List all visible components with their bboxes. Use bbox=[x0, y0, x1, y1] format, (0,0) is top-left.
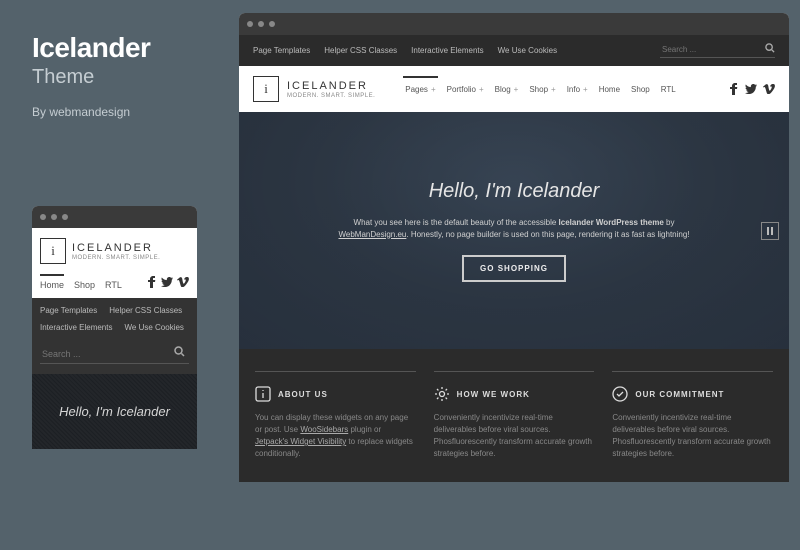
mobile-hero: Hello, I'm Icelander bbox=[32, 374, 197, 449]
desktop-search bbox=[660, 43, 775, 58]
expand-icon: + bbox=[514, 85, 519, 94]
nav-shop2[interactable]: Shop bbox=[627, 82, 654, 97]
topbar-item[interactable]: We Use Cookies bbox=[498, 46, 557, 55]
feature-title: OUR COMMITMENT bbox=[635, 390, 724, 399]
hero-body: What you see here is the default beauty … bbox=[319, 217, 709, 241]
nav-info[interactable]: Info+ bbox=[563, 82, 592, 97]
brand-name: ICELANDER bbox=[287, 80, 375, 92]
expand-icon: + bbox=[431, 85, 436, 94]
mobile-nav-shop[interactable]: Shop bbox=[74, 274, 95, 290]
nav-shop[interactable]: Shop+ bbox=[525, 82, 559, 97]
topbar-item[interactable]: We Use Cookies bbox=[124, 323, 183, 332]
feature-how-we-work: HOW WE WORK Conveniently incentivize rea… bbox=[434, 371, 595, 460]
feature-body: Conveniently incentivize real-time deliv… bbox=[612, 412, 773, 460]
window-titlebar bbox=[32, 206, 197, 228]
nav-home[interactable]: Home bbox=[595, 82, 624, 97]
topbar-item[interactable]: Interactive Elements bbox=[411, 46, 483, 55]
logo-icon: i bbox=[40, 238, 66, 264]
promo-panel: Icelander Theme By webmandesign bbox=[32, 32, 217, 119]
desktop-nav: Pages+ Portfolio+ Blog+ Shop+ Info+ Home… bbox=[401, 82, 679, 97]
theme-byline: By webmandesign bbox=[32, 105, 217, 119]
facebook-icon[interactable] bbox=[147, 276, 157, 288]
gear-icon bbox=[434, 386, 450, 402]
check-icon bbox=[612, 386, 628, 402]
feature-about: ABOUT US You can display these widgets o… bbox=[255, 371, 416, 460]
nav-portfolio[interactable]: Portfolio+ bbox=[443, 82, 488, 97]
desktop-topbar: Page Templates Helper CSS Classes Intera… bbox=[239, 35, 789, 66]
feature-title: ABOUT US bbox=[278, 390, 328, 399]
logo-icon: i bbox=[253, 76, 279, 102]
nav-rtl[interactable]: RTL bbox=[657, 82, 680, 97]
topbar-item[interactable]: Page Templates bbox=[253, 46, 310, 55]
vimeo-icon[interactable] bbox=[763, 84, 775, 94]
mobile-nav: Home Shop RTL bbox=[32, 274, 197, 298]
mobile-header: i ICELANDER MODERN. SMART. SIMPLE. bbox=[32, 228, 197, 274]
facebook-icon[interactable] bbox=[729, 83, 739, 95]
topbar-item[interactable]: Interactive Elements bbox=[40, 323, 112, 332]
expand-icon: + bbox=[551, 85, 556, 94]
search-input[interactable] bbox=[40, 345, 189, 364]
info-icon bbox=[255, 386, 271, 402]
hero-title: Hello, I'm Icelander bbox=[429, 180, 600, 203]
mobile-preview-window: i ICELANDER MODERN. SMART. SIMPLE. Home … bbox=[32, 206, 197, 449]
brand-tagline: MODERN. SMART. SIMPLE. bbox=[287, 93, 375, 99]
feature-body: You can display these widgets on any pag… bbox=[255, 412, 416, 460]
pause-button[interactable] bbox=[761, 222, 779, 240]
feature-body: Conveniently incentivize real-time deliv… bbox=[434, 412, 595, 460]
feature-title: HOW WE WORK bbox=[457, 390, 530, 399]
topbar-item[interactable]: Helper CSS Classes bbox=[324, 46, 397, 55]
theme-subtitle: Theme bbox=[32, 66, 217, 89]
go-shopping-button[interactable]: GO SHOPPING bbox=[462, 255, 566, 282]
nav-pages[interactable]: Pages+ bbox=[401, 82, 439, 97]
search-icon[interactable] bbox=[765, 43, 775, 53]
mobile-topbar: Page Templates Helper CSS Classes Intera… bbox=[32, 298, 197, 340]
expand-icon: + bbox=[479, 85, 484, 94]
vimeo-icon[interactable] bbox=[177, 277, 189, 287]
search-input[interactable] bbox=[660, 43, 775, 58]
hero-link[interactable]: WebManDesign.eu bbox=[338, 230, 406, 239]
topbar-item[interactable]: Helper CSS Classes bbox=[109, 306, 182, 315]
theme-title: Icelander bbox=[32, 32, 217, 64]
expand-icon: + bbox=[583, 85, 588, 94]
nav-blog[interactable]: Blog+ bbox=[491, 82, 523, 97]
twitter-icon[interactable] bbox=[745, 84, 757, 94]
feature-commitment: OUR COMMITMENT Conveniently incentivize … bbox=[612, 371, 773, 460]
mobile-hero-title: Hello, I'm Icelander bbox=[59, 404, 170, 419]
search-icon[interactable] bbox=[174, 346, 185, 357]
brand-tagline: MODERN. SMART. SIMPLE. bbox=[72, 255, 160, 261]
feature-link[interactable]: WooSidebars bbox=[300, 425, 348, 434]
brand-name: ICELANDER bbox=[72, 242, 160, 254]
desktop-preview-window: Page Templates Helper CSS Classes Intera… bbox=[239, 13, 789, 482]
mobile-nav-rtl[interactable]: RTL bbox=[105, 274, 122, 290]
mobile-nav-home[interactable]: Home bbox=[40, 274, 64, 290]
hero-section: Hello, I'm Icelander What you see here i… bbox=[239, 112, 789, 349]
twitter-icon[interactable] bbox=[161, 277, 173, 287]
topbar-item[interactable]: Page Templates bbox=[40, 306, 97, 315]
desktop-header: i ICELANDER MODERN. SMART. SIMPLE. Pages… bbox=[239, 66, 789, 112]
mobile-search bbox=[32, 340, 197, 374]
window-titlebar bbox=[239, 13, 789, 35]
feature-link[interactable]: Jetpack's Widget Visibility bbox=[255, 437, 346, 446]
features-row: ABOUT US You can display these widgets o… bbox=[239, 349, 789, 482]
